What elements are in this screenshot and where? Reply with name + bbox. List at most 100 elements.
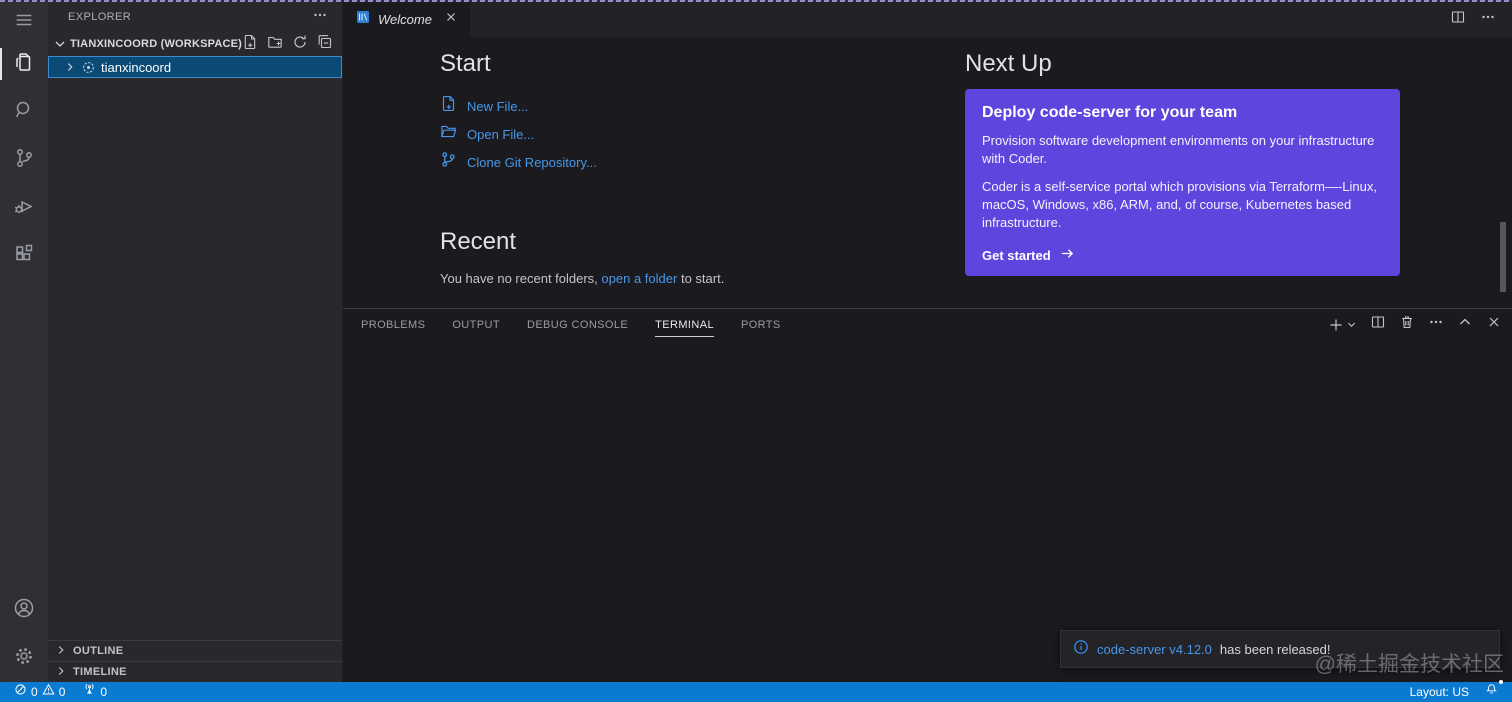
editor-region: Welcome Start New File... Open File... C…: [343, 2, 1512, 682]
start-heading: Start: [440, 50, 491, 77]
workspace-label: TIANXINCOORD (WORKSPACE): [70, 38, 243, 50]
tab-output[interactable]: OUTPUT: [452, 312, 500, 337]
tab-ports[interactable]: PORTS: [741, 312, 781, 337]
tree-item-tianxincoord[interactable]: tianxincoord: [48, 56, 342, 78]
activity-bar: [0, 2, 48, 682]
menu-button[interactable]: [0, 4, 48, 40]
problems-status-item[interactable]: 0 0: [10, 682, 69, 702]
warning-icon: [42, 683, 55, 701]
chevron-right-icon: [54, 643, 68, 660]
sidebar-more-actions-button[interactable]: [312, 7, 328, 28]
refresh-button[interactable]: [292, 34, 308, 55]
open-file-link[interactable]: Open File...: [440, 120, 920, 148]
get-started-link[interactable]: Get started: [982, 246, 1383, 264]
welcome-page-icon: [355, 9, 371, 30]
workspace-section-header[interactable]: TIANXINCOORD (WORKSPACE): [48, 32, 342, 56]
error-count: 0: [31, 685, 38, 699]
editor-actions: [1434, 2, 1512, 37]
maximize-panel-button[interactable]: [1457, 314, 1473, 335]
sidebar-item-search[interactable]: [0, 88, 48, 136]
open-file-link-label: Open File...: [467, 126, 535, 142]
workspace-actions: [242, 34, 333, 55]
new-file-link-label: New File...: [467, 98, 529, 114]
outline-section-header[interactable]: OUTLINE: [48, 640, 342, 661]
tab-close-button[interactable]: [443, 9, 459, 30]
extensions-icon: [12, 242, 36, 271]
tab-terminal[interactable]: TERMINAL: [655, 312, 714, 337]
gear-icon: [12, 644, 36, 673]
coder-promo-card[interactable]: Deploy code-server for your team Provisi…: [965, 89, 1400, 276]
arrow-right-icon: [1060, 246, 1075, 264]
recent-empty-suffix: to start.: [680, 271, 725, 286]
get-started-label: Get started: [982, 247, 1051, 263]
tab-debug-console[interactable]: DEBUG CONSOLE: [527, 312, 628, 337]
open-a-folder-link[interactable]: open a folder: [601, 271, 677, 286]
explorer-sidebar: EXPLORER TIANXINCOORD (WORKSPACE) tianxi…: [48, 2, 343, 682]
status-bar: 0 0 0 Layout: US: [0, 680, 1512, 702]
chevron-right-icon: [54, 664, 68, 681]
radio-tower-icon: [83, 683, 96, 701]
sidebar-item-extensions[interactable]: [0, 232, 48, 280]
chevron-down-icon[interactable]: [1346, 319, 1357, 330]
close-panel-button[interactable]: [1486, 314, 1502, 335]
sidebar-header: EXPLORER: [48, 2, 342, 32]
new-file-icon: [440, 95, 457, 117]
search-icon: [12, 98, 36, 127]
card-paragraph-2: Coder is a self-service portal which pro…: [982, 179, 1377, 230]
sidebar-item-run-debug[interactable]: [0, 184, 48, 232]
account-button[interactable]: [0, 586, 48, 634]
timeline-label: TIMELINE: [73, 666, 127, 678]
error-icon: [14, 683, 27, 701]
settings-button[interactable]: [0, 634, 48, 682]
tab-problems[interactable]: PROBLEMS: [361, 312, 425, 337]
sidebar-bottom-sections: OUTLINE TIMELINE: [48, 640, 342, 682]
keyboard-layout-item[interactable]: Layout: US: [1406, 682, 1473, 702]
timeline-section-header[interactable]: TIMELINE: [48, 661, 342, 682]
outline-label: OUTLINE: [73, 645, 124, 657]
split-terminal-icon: [1370, 314, 1386, 335]
release-message: has been released!: [1219, 641, 1331, 657]
tab-welcome[interactable]: Welcome: [343, 2, 470, 37]
code-server-window: EXPLORER TIANXINCOORD (WORKSPACE) tianxi…: [0, 0, 1512, 702]
new-terminal-button[interactable]: [1328, 317, 1357, 333]
new-folder-icon: [267, 34, 283, 55]
editor-more-actions-button[interactable]: [1480, 9, 1496, 30]
notification-toast[interactable]: code-server v4.12.0 has been released!: [1060, 630, 1500, 668]
sidebar-item-explorer[interactable]: [0, 40, 48, 88]
collapse-all-button[interactable]: [317, 34, 333, 55]
new-file-link[interactable]: New File...: [440, 92, 920, 120]
ellipsis-icon: [1480, 9, 1496, 30]
bottom-panel: PROBLEMS OUTPUT DEBUG CONSOLE TERMINAL P…: [343, 308, 1512, 682]
notifications-bell-button[interactable]: [1481, 680, 1503, 702]
ports-count: 0: [100, 685, 108, 699]
card-title: Deploy code-server for your team: [982, 104, 1238, 121]
panel-actions: [1328, 314, 1502, 335]
ports-status-item[interactable]: 0: [79, 682, 111, 702]
split-editor-button[interactable]: [1450, 9, 1466, 30]
release-link[interactable]: code-server v4.12.0: [1097, 642, 1212, 657]
split-editor-icon: [1450, 9, 1466, 30]
welcome-left-column: Start New File... Open File... Clone Git…: [440, 50, 920, 286]
sidebar-item-source-control[interactable]: [0, 136, 48, 184]
tree-item-label: tianxincoord: [101, 59, 172, 75]
recent-heading: Recent: [440, 228, 517, 255]
welcome-page: Start New File... Open File... Clone Git…: [343, 37, 1512, 308]
ellipsis-icon: [1428, 314, 1444, 335]
ellipsis-icon: [312, 7, 328, 28]
recent-empty-prefix: You have no recent folders,: [440, 271, 598, 286]
new-folder-button[interactable]: [267, 34, 283, 55]
clone-git-repository-link[interactable]: Clone Git Repository...: [440, 148, 920, 176]
close-icon: [443, 9, 459, 30]
sidebar-title: EXPLORER: [68, 11, 132, 23]
hamburger-icon: [15, 11, 33, 34]
split-terminal-button[interactable]: [1370, 314, 1386, 335]
next-up-heading: Next Up: [965, 50, 1052, 77]
panel-tabs: PROBLEMS OUTPUT DEBUG CONSOLE TERMINAL P…: [361, 312, 781, 337]
new-file-button[interactable]: [242, 34, 258, 55]
panel-more-actions-button[interactable]: [1428, 314, 1444, 335]
main-layout: EXPLORER TIANXINCOORD (WORKSPACE) tianxi…: [0, 2, 1512, 682]
close-icon: [1486, 314, 1502, 335]
editor-scrollbar-thumb[interactable]: [1500, 222, 1506, 292]
kill-terminal-button[interactable]: [1399, 314, 1415, 335]
new-file-icon: [242, 34, 258, 55]
